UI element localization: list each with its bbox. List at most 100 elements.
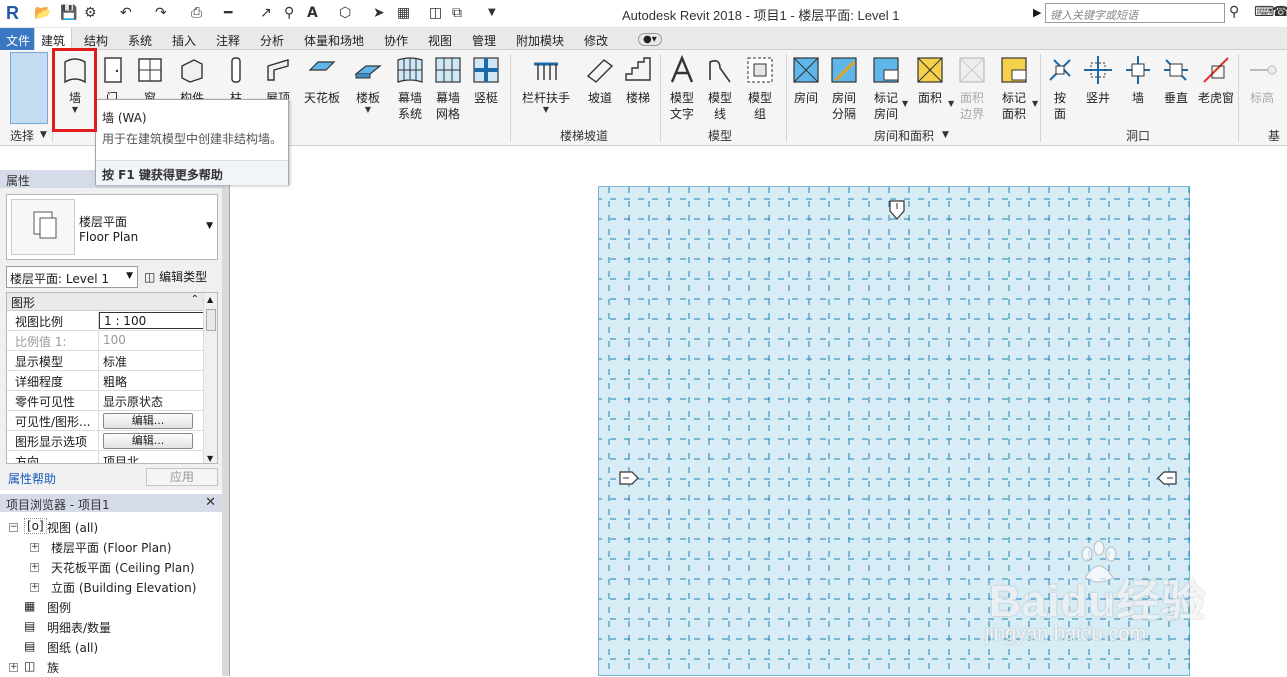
- chevron-down-icon[interactable]: ▼: [40, 130, 47, 140]
- expand-icon[interactable]: +: [9, 663, 18, 672]
- chevron-down-icon[interactable]: ▼: [522, 106, 570, 114]
- tree-item-families[interactable]: 族: [47, 659, 59, 676]
- curtain-system-button[interactable]: 幕墙 系统: [390, 54, 430, 122]
- undo-icon[interactable]: ↶: [120, 4, 132, 22]
- panel-label-opening[interactable]: 洞口: [1126, 127, 1150, 144]
- panel-label-select[interactable]: 选择: [10, 127, 34, 144]
- tab-file[interactable]: 文件: [0, 28, 37, 50]
- tree-item-legends[interactable]: 图例: [47, 599, 71, 616]
- model-group-button[interactable]: 模型 组: [740, 54, 780, 122]
- tree-item-floor-plan[interactable]: 楼层平面 (Floor Plan): [51, 539, 171, 556]
- tab-architecture[interactable]: 建筑: [34, 28, 73, 50]
- opening-by-face-button[interactable]: 按 面: [1040, 54, 1080, 122]
- scroll-up-icon[interactable]: ▲: [207, 295, 213, 304]
- section-icon[interactable]: ➤: [373, 4, 385, 22]
- chevron-down-icon[interactable]: ▼: [206, 221, 213, 231]
- stair-button[interactable]: 楼梯: [618, 54, 658, 106]
- chevron-down-icon[interactable]: ▼: [942, 130, 949, 140]
- revit-logo-icon[interactable]: R: [6, 3, 24, 23]
- tag-icon[interactable]: ⚲: [284, 4, 294, 22]
- save-icon[interactable]: 💾: [60, 4, 77, 22]
- close-icon[interactable]: ✕: [205, 495, 216, 510]
- panel-label-model[interactable]: 模型: [708, 127, 732, 144]
- elevation-marker-west[interactable]: [617, 469, 641, 487]
- area-boundary-button[interactable]: 面积 边界: [952, 54, 992, 122]
- tab-insert[interactable]: 插入: [172, 32, 196, 49]
- communication-icon[interactable]: ☎: [1272, 4, 1287, 20]
- close-hidden-icon[interactable]: ◫: [429, 4, 442, 22]
- display-options-edit-button[interactable]: 编辑...: [103, 433, 193, 449]
- vertical-opening-button[interactable]: 垂直: [1156, 54, 1196, 106]
- ribbon-toggle-icon[interactable]: ●▾: [638, 33, 662, 46]
- ramp-button[interactable]: 坡道: [580, 54, 620, 106]
- panel-splitter[interactable]: [222, 146, 230, 676]
- dimension-icon[interactable]: ↗: [260, 4, 272, 22]
- properties-scrollbar[interactable]: ▲ ▼: [203, 293, 217, 463]
- 3d-view-icon[interactable]: ⬡: [339, 4, 351, 22]
- tree-item-views[interactable]: 视图 (all): [47, 519, 98, 536]
- tab-massing[interactable]: 体量和场地: [304, 32, 364, 49]
- tag-area-button[interactable]: 标记 面积 ▼: [994, 54, 1038, 122]
- wall-opening-button[interactable]: 墙: [1118, 54, 1158, 106]
- switch-windows-icon[interactable]: ⧉: [452, 4, 462, 22]
- room-separator-button[interactable]: 房间 分隔: [824, 54, 864, 122]
- expand-icon[interactable]: +: [30, 583, 39, 592]
- tab-structure[interactable]: 结构: [84, 32, 108, 49]
- model-text-button[interactable]: 模型 文字: [662, 54, 702, 122]
- print-icon[interactable]: ⎙: [191, 4, 202, 22]
- elevation-marker-east[interactable]: [1155, 469, 1179, 487]
- collapse-icon[interactable]: ⌃: [191, 294, 199, 305]
- tree-item-sheets[interactable]: 图纸 (all): [47, 639, 98, 656]
- type-selector[interactable]: 楼层平面 Floor Plan ▼: [6, 194, 218, 260]
- area-button[interactable]: 面积 ▼: [910, 54, 954, 108]
- chevron-right-icon[interactable]: ▶: [1033, 6, 1041, 19]
- apply-button[interactable]: 应用: [146, 468, 218, 486]
- redo-icon[interactable]: ↷: [155, 4, 167, 22]
- panel-label-room-area[interactable]: 房间和面积: [874, 127, 934, 144]
- dormer-button[interactable]: 老虎窗: [1196, 54, 1236, 106]
- room-button[interactable]: 房间: [786, 54, 826, 106]
- customize-qa-icon[interactable]: ▼: [488, 4, 496, 22]
- expand-icon[interactable]: +: [30, 563, 39, 572]
- binoculars-icon[interactable]: ⚲: [1229, 4, 1239, 20]
- curtain-grid-button[interactable]: 幕墙 网格: [428, 54, 468, 122]
- elevation-marker-north[interactable]: [887, 198, 907, 222]
- railing-button[interactable]: 栏杆扶手 ▼: [522, 54, 570, 114]
- tree-item-elevation[interactable]: 立面 (Building Elevation): [51, 579, 196, 596]
- tab-annotate[interactable]: 注释: [216, 32, 240, 49]
- model-line-button[interactable]: 模型 线: [700, 54, 740, 122]
- tab-view[interactable]: 视图: [428, 32, 452, 49]
- search-input[interactable]: 键入关键字或短语: [1045, 3, 1225, 23]
- properties-help-link[interactable]: 属性帮助: [8, 470, 56, 487]
- expand-icon[interactable]: +: [30, 543, 39, 552]
- chevron-down-icon[interactable]: ▼: [902, 100, 908, 108]
- chevron-down-icon[interactable]: ▼: [1032, 100, 1038, 108]
- measure-icon[interactable]: ━: [224, 4, 232, 22]
- text-icon[interactable]: A: [307, 4, 318, 22]
- tree-item-ceiling-plan[interactable]: 天花板平面 (Ceiling Plan): [51, 559, 195, 576]
- shaft-button[interactable]: 竖井: [1078, 54, 1118, 106]
- scroll-down-icon[interactable]: ▼: [207, 454, 213, 463]
- tab-collaborate[interactable]: 协作: [384, 32, 408, 49]
- collapse-icon[interactable]: −: [9, 523, 18, 532]
- instance-filter-select[interactable]: 楼层平面: Level 1 ▼: [6, 266, 138, 288]
- floor-button[interactable]: 楼板 ▼: [348, 54, 388, 114]
- sync-icon[interactable]: ⚙: [84, 4, 97, 22]
- section-graphics[interactable]: 图形 ⌃: [7, 293, 217, 311]
- tag-room-button[interactable]: 标记 房间 ▼: [866, 54, 908, 122]
- mullion-button[interactable]: 竖梃: [466, 54, 506, 106]
- tab-manage[interactable]: 管理: [472, 32, 496, 49]
- tab-modify[interactable]: 修改: [584, 32, 608, 49]
- scroll-thumb[interactable]: [206, 309, 216, 331]
- thin-lines-icon[interactable]: ▦: [397, 4, 410, 22]
- open-icon[interactable]: 📂: [34, 4, 51, 22]
- panel-label-circulation[interactable]: 楼梯坡道: [560, 127, 608, 144]
- tree-item-schedules[interactable]: 明细表/数量: [47, 619, 111, 636]
- chevron-down-icon[interactable]: ▼: [348, 106, 388, 114]
- level-button[interactable]: 标高: [1242, 54, 1282, 106]
- visibility-edit-button[interactable]: 编辑...: [103, 413, 193, 429]
- tab-analyze[interactable]: 分析: [260, 32, 284, 49]
- ceiling-button[interactable]: 天花板: [302, 54, 342, 106]
- view-scale-input[interactable]: 1 : 100: [99, 312, 217, 329]
- tab-systems[interactable]: 系统: [128, 32, 152, 49]
